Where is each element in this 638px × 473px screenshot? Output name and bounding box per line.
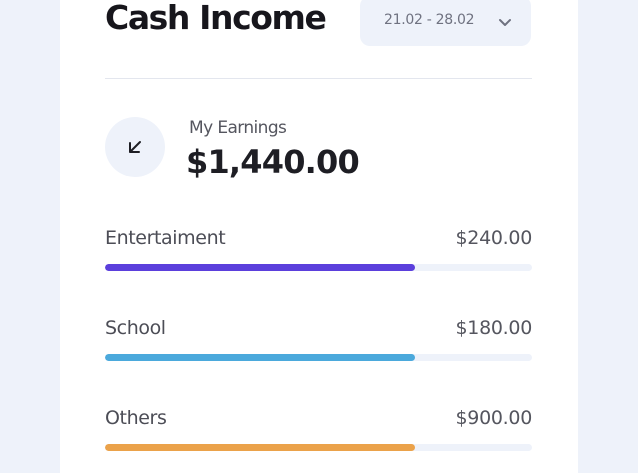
category-amount: $180.00 xyxy=(455,317,533,339)
arrow-down-left-icon xyxy=(105,117,165,177)
page-title: Cash Income xyxy=(105,0,327,37)
progress-fill xyxy=(105,354,415,361)
cash-income-card: Cash Income 21.02 - 28.02 My Earnings $1… xyxy=(60,0,578,473)
progress-track xyxy=(105,444,532,451)
category-row-school: School $180.00 xyxy=(105,317,532,367)
progress-fill xyxy=(105,264,415,271)
category-row-others: Others $900.00 xyxy=(105,407,532,457)
category-name: School xyxy=(105,317,166,339)
progress-fill xyxy=(105,444,415,451)
category-name: Entertaiment xyxy=(105,227,226,249)
category-name: Others xyxy=(105,407,167,429)
category-row-entertainment: Entertaiment $240.00 xyxy=(105,227,532,277)
category-amount: $900.00 xyxy=(455,407,533,429)
chevron-down-icon xyxy=(498,13,512,32)
date-range-value: 21.02 - 28.02 xyxy=(384,12,475,28)
earnings-value: $1,440.00 xyxy=(186,143,360,181)
progress-track xyxy=(105,354,532,361)
date-range-select[interactable]: 21.02 - 28.02 xyxy=(360,0,531,46)
divider xyxy=(105,78,532,79)
category-amount: $240.00 xyxy=(455,227,533,249)
earnings-label: My Earnings xyxy=(189,118,287,138)
progress-track xyxy=(105,264,532,271)
